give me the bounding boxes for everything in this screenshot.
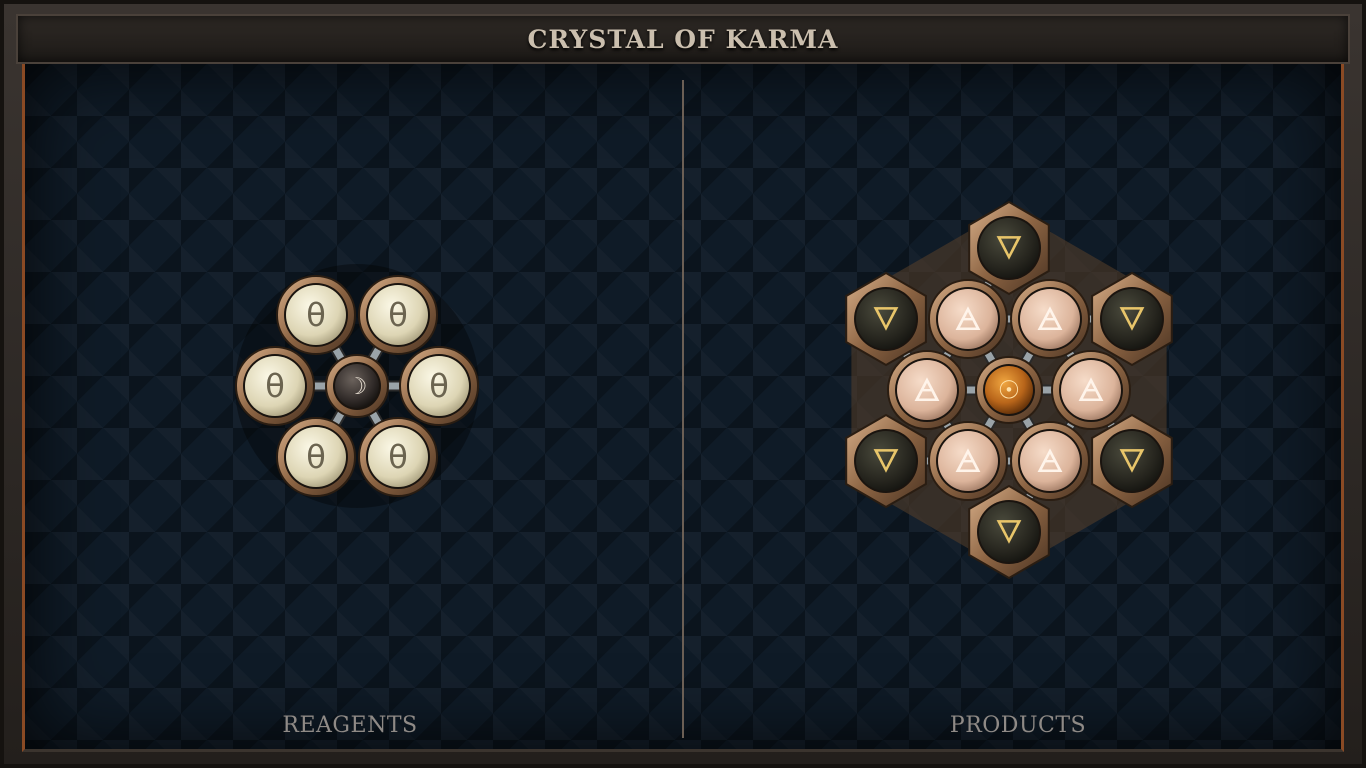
product-center-slot[interactable]: ☉	[975, 356, 1043, 424]
theta-rune-icon: θ	[265, 367, 285, 405]
theta-rune-icon: θ	[429, 367, 449, 405]
earth-rune-icon: 🜄	[872, 300, 900, 338]
air-rune-icon: 🜁	[954, 300, 982, 338]
reagents-diagram: θ θθθθθ ☽	[235, 264, 479, 508]
product-inner-slot-1[interactable]: 🜁	[928, 278, 1008, 359]
reagent-slot-4[interactable]: θ	[358, 417, 438, 498]
theta-rune-icon: θ	[306, 296, 326, 334]
product-inner-slot-4[interactable]: 🜁	[1010, 421, 1090, 502]
theta-rune-icon: θ	[306, 438, 326, 476]
product-inner-slot-2[interactable]: 🜁	[1010, 278, 1090, 359]
reagent-slot-2[interactable]: θ	[358, 274, 438, 355]
reagent-slot-3[interactable]: θ	[399, 346, 479, 426]
product-inner-slot-5[interactable]: 🜁	[928, 421, 1008, 502]
earth-rune-icon: 🜄	[1118, 442, 1146, 480]
products-label: PRODUCTS	[949, 713, 1087, 738]
products-diagram: 🜄 🜄 🜄 🜄 🜄 🜄 🜁 🜁 🜁 🜁 🜁 🜁 ☉	[845, 200, 1173, 580]
moon-icon: ☽	[347, 374, 368, 400]
air-rune-icon: 🜁	[1077, 371, 1105, 409]
reagent-center-slot[interactable]: ☽	[325, 354, 389, 418]
reagent-slot-1[interactable]: θ	[276, 274, 356, 355]
air-rune-icon: 🜁	[1036, 300, 1064, 338]
reagents-label: REAGENTS	[282, 713, 418, 738]
earth-rune-icon: 🜄	[995, 229, 1023, 267]
air-rune-icon: 🜁	[1036, 442, 1064, 480]
product-inner-slot-6[interactable]: 🜁	[887, 350, 967, 430]
air-rune-icon: 🜁	[913, 371, 941, 409]
theta-rune-icon: θ	[388, 296, 408, 334]
air-rune-icon: 🜁	[954, 442, 982, 480]
reagent-slot-6[interactable]: θ	[235, 346, 315, 426]
earth-rune-icon: 🜄	[995, 513, 1023, 551]
sun-icon: ☉	[998, 376, 1020, 405]
earth-rune-icon: 🜄	[872, 442, 900, 480]
earth-rune-icon: 🜄	[1118, 300, 1146, 338]
recipe-diagrams: θ θθθθθ ☽ 🜄🜄🜄🜄🜄🜄 🜁 🜁🜁🜁🜁🜁 ☉	[235, 200, 1173, 580]
product-inner-slot-3[interactable]: 🜁	[1051, 350, 1131, 430]
theta-rune-icon: θ	[388, 438, 408, 476]
reagent-slot-5[interactable]: θ	[276, 417, 356, 498]
